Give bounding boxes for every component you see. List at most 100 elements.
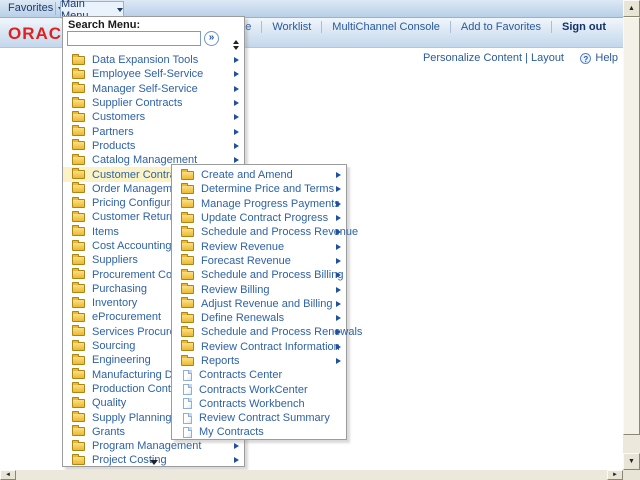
folder-icon — [181, 342, 194, 351]
submenu-item-label: Review Revenue — [201, 241, 284, 253]
menu-item[interactable]: Products — [63, 139, 244, 153]
submenu-arrow-icon — [336, 287, 341, 293]
folder-icon — [181, 214, 194, 223]
nav-link[interactable]: MultiChannel Console — [321, 21, 450, 33]
main-menu-button[interactable]: Main Menu — [60, 1, 124, 17]
scroll-right-button[interactable]: ► — [607, 470, 623, 480]
submenu-arrow-icon — [336, 229, 341, 235]
submenu-arrow-icon — [336, 215, 341, 221]
submenu-arrow-icon — [336, 172, 341, 178]
menu-item[interactable]: Supplier Contracts — [63, 96, 244, 110]
submenu-item[interactable]: Contracts WorkCenter — [172, 382, 346, 396]
personalize-content-layout-link[interactable]: Personalize Content | Layout — [423, 52, 564, 64]
horizontal-scrollbar[interactable]: ◄ ► — [0, 470, 623, 480]
nav-link[interactable]: Worklist — [261, 21, 321, 33]
submenu-item[interactable]: Adjust Revenue and Billing — [172, 297, 346, 311]
search-input[interactable] — [67, 31, 201, 46]
submenu-item[interactable]: Manage Progress Payments — [172, 197, 346, 211]
submenu-arrow-icon — [234, 100, 239, 106]
submenu-item[interactable]: Reports — [172, 354, 346, 368]
submenu-item-label: My Contracts — [199, 426, 264, 438]
submenu-item-label: Schedule and Process Billing — [201, 269, 343, 281]
menu-item-label: Supply Planning — [92, 412, 172, 424]
submenu-item[interactable]: Determine Price and Terms — [172, 182, 346, 196]
help-label: Help — [595, 52, 618, 64]
submenu-item[interactable]: Schedule and Process Revenue — [172, 225, 346, 239]
vertical-scrollbar[interactable]: ▲ ▼ — [623, 0, 640, 470]
submenu-item[interactable]: Review Billing — [172, 282, 346, 296]
folder-icon — [181, 328, 194, 337]
document-icon — [183, 384, 192, 395]
folder-icon — [72, 413, 85, 422]
nav-link[interactable]: Sign out — [551, 21, 616, 33]
submenu-item-label: Forecast Revenue — [201, 255, 291, 267]
folder-icon — [72, 284, 85, 293]
menu-item-label: Manager Self-Service — [92, 83, 198, 95]
submenu-item[interactable]: Contracts Center — [172, 368, 346, 382]
menu-item[interactable]: Manager Self-Service — [63, 82, 244, 96]
submenu-arrow-icon — [234, 157, 239, 163]
document-icon — [183, 427, 192, 438]
submenu-item-label: Update Contract Progress — [201, 212, 328, 224]
submenu-item-label: Schedule and Process Revenue — [201, 226, 358, 238]
folder-icon — [72, 313, 85, 322]
menu-item-label: Engineering — [92, 354, 151, 366]
submenu-arrow-icon — [234, 57, 239, 63]
folder-icon — [72, 70, 85, 79]
submenu-item[interactable]: Review Contract Summary — [172, 411, 346, 425]
menu-item[interactable]: Customers — [63, 110, 244, 124]
help-link[interactable]: ? Help — [580, 52, 618, 64]
submenu-item[interactable]: Review Revenue — [172, 239, 346, 253]
submenu-arrow-icon — [234, 143, 239, 149]
submenu-item[interactable]: Schedule and Process Billing — [172, 268, 346, 282]
menu-item-label: Grants — [92, 426, 125, 438]
submenu-item[interactable]: Define Renewals — [172, 311, 346, 325]
scroll-up-button[interactable]: ▲ — [623, 0, 640, 17]
folder-icon — [181, 271, 194, 280]
menu-item-label: Items — [92, 226, 119, 238]
header-nav: Home Worklist MultiChannel Console Add t… — [211, 21, 616, 33]
menu-item[interactable]: Data Expansion Tools — [63, 53, 244, 67]
submenu-item[interactable]: Contracts Workbench — [172, 397, 346, 411]
menu-item[interactable]: Program Management — [63, 439, 244, 453]
folder-icon — [181, 299, 194, 308]
vertical-scrollbar-thumb[interactable] — [623, 17, 640, 435]
scroll-down-icon — [233, 46, 239, 50]
menu-item-label: Data Expansion Tools — [92, 54, 198, 66]
submenu-item[interactable]: Review Contract Information — [172, 340, 346, 354]
search-go-button[interactable]: » — [204, 31, 219, 46]
scroll-left-button[interactable]: ◄ — [0, 470, 16, 480]
menu-scroll-down-icon[interactable] — [150, 460, 158, 465]
submenu-item[interactable]: Forecast Revenue — [172, 254, 346, 268]
submenu-item-label: Contracts Workbench — [199, 398, 305, 410]
submenu-item[interactable]: Create and Amend — [172, 168, 346, 182]
folder-icon — [181, 171, 194, 180]
folder-icon — [72, 56, 85, 65]
submenu-item[interactable]: Update Contract Progress — [172, 211, 346, 225]
folder-icon — [72, 199, 85, 208]
favorites-label: Favorites — [8, 2, 53, 15]
menu-item-label: Production Control — [92, 383, 183, 395]
submenu-arrow-icon — [336, 244, 341, 250]
nav-link[interactable]: Add to Favorites — [450, 21, 551, 33]
folder-icon — [72, 213, 85, 222]
menu-item-label: Inventory — [92, 297, 137, 309]
menu-item-label: Customer Returns — [92, 211, 181, 223]
scroll-down-button[interactable]: ▼ — [623, 453, 640, 470]
folder-icon — [181, 256, 194, 265]
submenu-item-label: Create and Amend — [201, 169, 293, 181]
folder-icon — [72, 356, 85, 365]
submenu-item-label: Define Renewals — [201, 312, 284, 324]
menu-scroll-handle-icon[interactable] — [233, 40, 240, 50]
submenu-arrow-icon — [336, 201, 341, 207]
search-menu-label: Search Menu: — [68, 19, 140, 31]
submenu-item-label: Manage Progress Payments — [201, 198, 340, 210]
submenu-item[interactable]: My Contracts — [172, 425, 346, 439]
submenu-arrow-icon — [336, 315, 341, 321]
menu-item[interactable]: Partners — [63, 124, 244, 138]
menu-item-label: Partners — [92, 126, 134, 138]
submenu-arrow-icon — [234, 443, 239, 449]
submenu-item[interactable]: Schedule and Process Renewals — [172, 325, 346, 339]
submenu-item-label: Contracts WorkCenter — [199, 384, 308, 396]
menu-item[interactable]: Employee Self-Service — [63, 67, 244, 81]
